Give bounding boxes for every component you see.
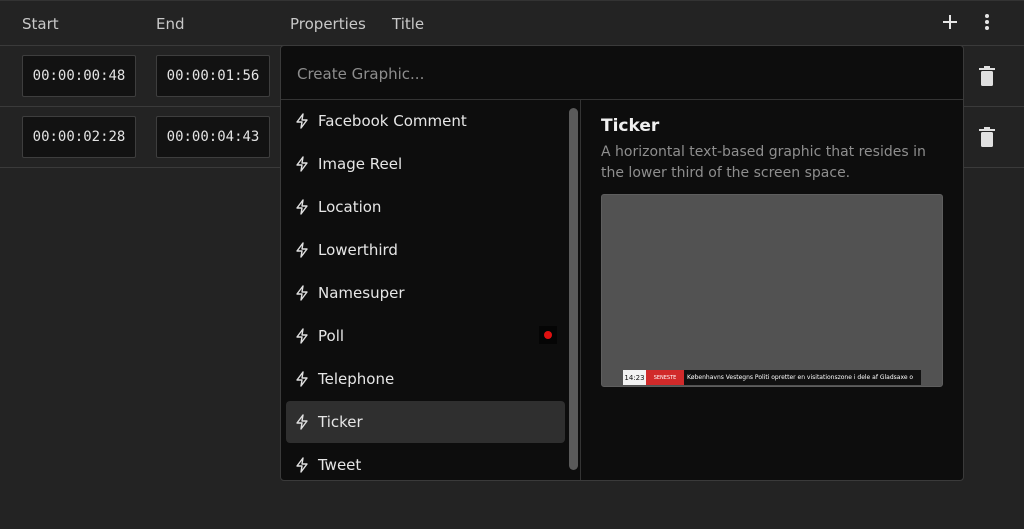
graphic-item-label: Facebook Comment <box>318 112 467 130</box>
bolt-icon <box>296 414 308 430</box>
graphic-detail-title: Ticker <box>601 116 660 136</box>
graphic-item-telephone[interactable]: Telephone <box>286 358 565 400</box>
bolt-icon <box>296 457 308 473</box>
create-graphic-search-input[interactable] <box>295 60 939 88</box>
bolt-icon <box>296 285 308 301</box>
graphic-detail-pane: Ticker A horizontal text-based graphic t… <box>581 100 963 480</box>
graphic-item-label: Namesuper <box>318 284 405 302</box>
graphic-item-image-reel[interactable]: Image Reel <box>286 143 565 185</box>
graphic-item-namesuper[interactable]: Namesuper <box>286 272 565 314</box>
bolt-icon <box>296 156 308 172</box>
graphic-item-location[interactable]: Location <box>286 186 565 228</box>
graphic-item-label: Ticker <box>318 413 363 431</box>
column-header-properties: Properties <box>290 15 366 33</box>
bolt-icon <box>296 371 308 387</box>
trash-icon[interactable] <box>978 127 996 147</box>
bolt-icon <box>296 113 308 129</box>
ticker-preview-time: 14:23 <box>623 370 646 385</box>
ticker-preview-label: SENESTE <box>646 370 684 385</box>
ticker-preview-text: Københavns Vestegns Politi opretter en v… <box>684 370 921 385</box>
column-header-end: End <box>156 15 185 33</box>
bolt-icon <box>296 199 308 215</box>
kebab-menu-icon <box>985 14 989 30</box>
graphic-item-label: Location <box>318 198 382 216</box>
more-options-button[interactable] <box>975 13 999 36</box>
column-header-start: Start <box>22 15 59 33</box>
graphic-item-label: Telephone <box>318 370 395 388</box>
ticker-preview-bar: 14:23 SENESTE Københavns Vestegns Politi… <box>623 370 921 385</box>
graphic-item-facebook-comment[interactable]: Facebook Comment <box>286 100 565 142</box>
trash-icon[interactable] <box>978 66 996 86</box>
graphic-item-lowerthird[interactable]: Lowerthird <box>286 229 565 271</box>
graphic-item-label: Poll <box>318 327 345 345</box>
graphic-item-ticker[interactable]: Ticker <box>286 401 565 443</box>
search-bar <box>281 46 963 100</box>
end-timecode-field[interactable]: 00:00:01:56 <box>156 55 270 97</box>
create-graphic-popup: Facebook Comment Image Reel Location Low… <box>280 45 964 481</box>
graphic-item-label: Tweet <box>318 456 362 474</box>
table-header: Start End Properties Title <box>0 0 1024 46</box>
end-timecode-field[interactable]: 00:00:04:43 <box>156 116 270 158</box>
graphic-item-label: Image Reel <box>318 155 403 173</box>
start-timecode-field[interactable]: 00:00:02:28 <box>22 116 136 158</box>
start-timecode-field[interactable]: 00:00:00:48 <box>22 55 136 97</box>
graphic-item-label: Lowerthird <box>318 241 398 259</box>
list-scrollbar[interactable] <box>569 108 578 470</box>
add-button[interactable] <box>938 13 962 35</box>
plus-icon <box>943 15 957 29</box>
record-indicator-icon <box>539 326 557 344</box>
graphic-item-poll[interactable]: Poll <box>286 315 565 357</box>
graphic-item-tweet[interactable]: Tweet <box>286 444 565 480</box>
bolt-icon <box>296 242 308 258</box>
graphic-preview: 14:23 SENESTE Københavns Vestegns Politi… <box>601 194 943 387</box>
graphic-type-list: Facebook Comment Image Reel Location Low… <box>281 100 581 480</box>
graphic-detail-description: A horizontal text-based graphic that res… <box>601 144 926 181</box>
column-header-title: Title <box>392 15 425 33</box>
bolt-icon <box>296 328 308 344</box>
